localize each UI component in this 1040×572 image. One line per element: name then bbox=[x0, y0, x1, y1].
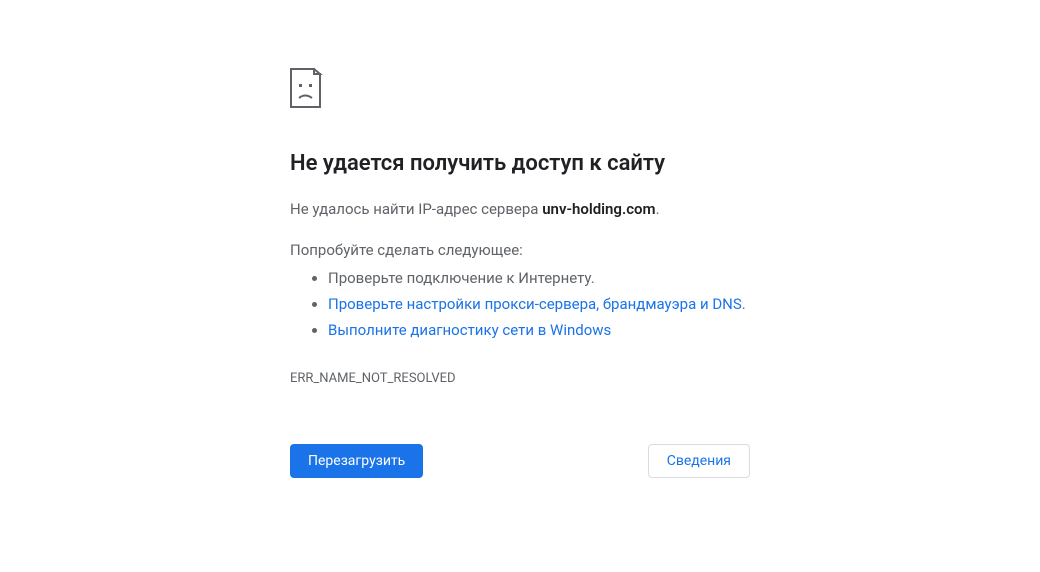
button-row: Перезагрузить Сведения bbox=[290, 444, 750, 478]
suggestions-list: Проверьте подключение к Интернету. Прове… bbox=[290, 265, 750, 344]
sad-page-icon bbox=[290, 68, 750, 112]
suggestions-label: Попробуйте сделать следующее: bbox=[290, 241, 750, 259]
proxy-settings-link[interactable]: Проверьте настройки прокси-сервера, бран… bbox=[328, 295, 742, 313]
suggestion-text: Проверьте подключение к Интернету. bbox=[328, 269, 595, 287]
details-button[interactable]: Сведения bbox=[648, 444, 750, 478]
suggestion-item: Проверьте настройки прокси-сервера, бран… bbox=[328, 291, 750, 317]
suggestion-item: Проверьте подключение к Интернету. bbox=[328, 265, 750, 291]
error-page-container: Не удается получить доступ к сайту Не уд… bbox=[290, 68, 750, 478]
suggestion-suffix: . bbox=[742, 295, 746, 313]
suggestion-item: Выполните диагностику сети в Windows bbox=[328, 317, 750, 343]
error-message: Не удалось найти IP-адрес сервера unv-ho… bbox=[290, 197, 750, 221]
error-message-suffix: . bbox=[656, 200, 660, 218]
error-message-prefix: Не удалось найти IP-адрес сервера bbox=[290, 200, 542, 218]
error-hostname: unv-holding.com bbox=[542, 200, 655, 218]
network-diagnostics-link[interactable]: Выполните диагностику сети в Windows bbox=[328, 321, 611, 339]
error-code: ERR_NAME_NOT_RESOLVED bbox=[290, 371, 750, 386]
error-title: Не удается получить доступ к сайту bbox=[290, 150, 750, 179]
reload-button[interactable]: Перезагрузить bbox=[290, 444, 423, 478]
